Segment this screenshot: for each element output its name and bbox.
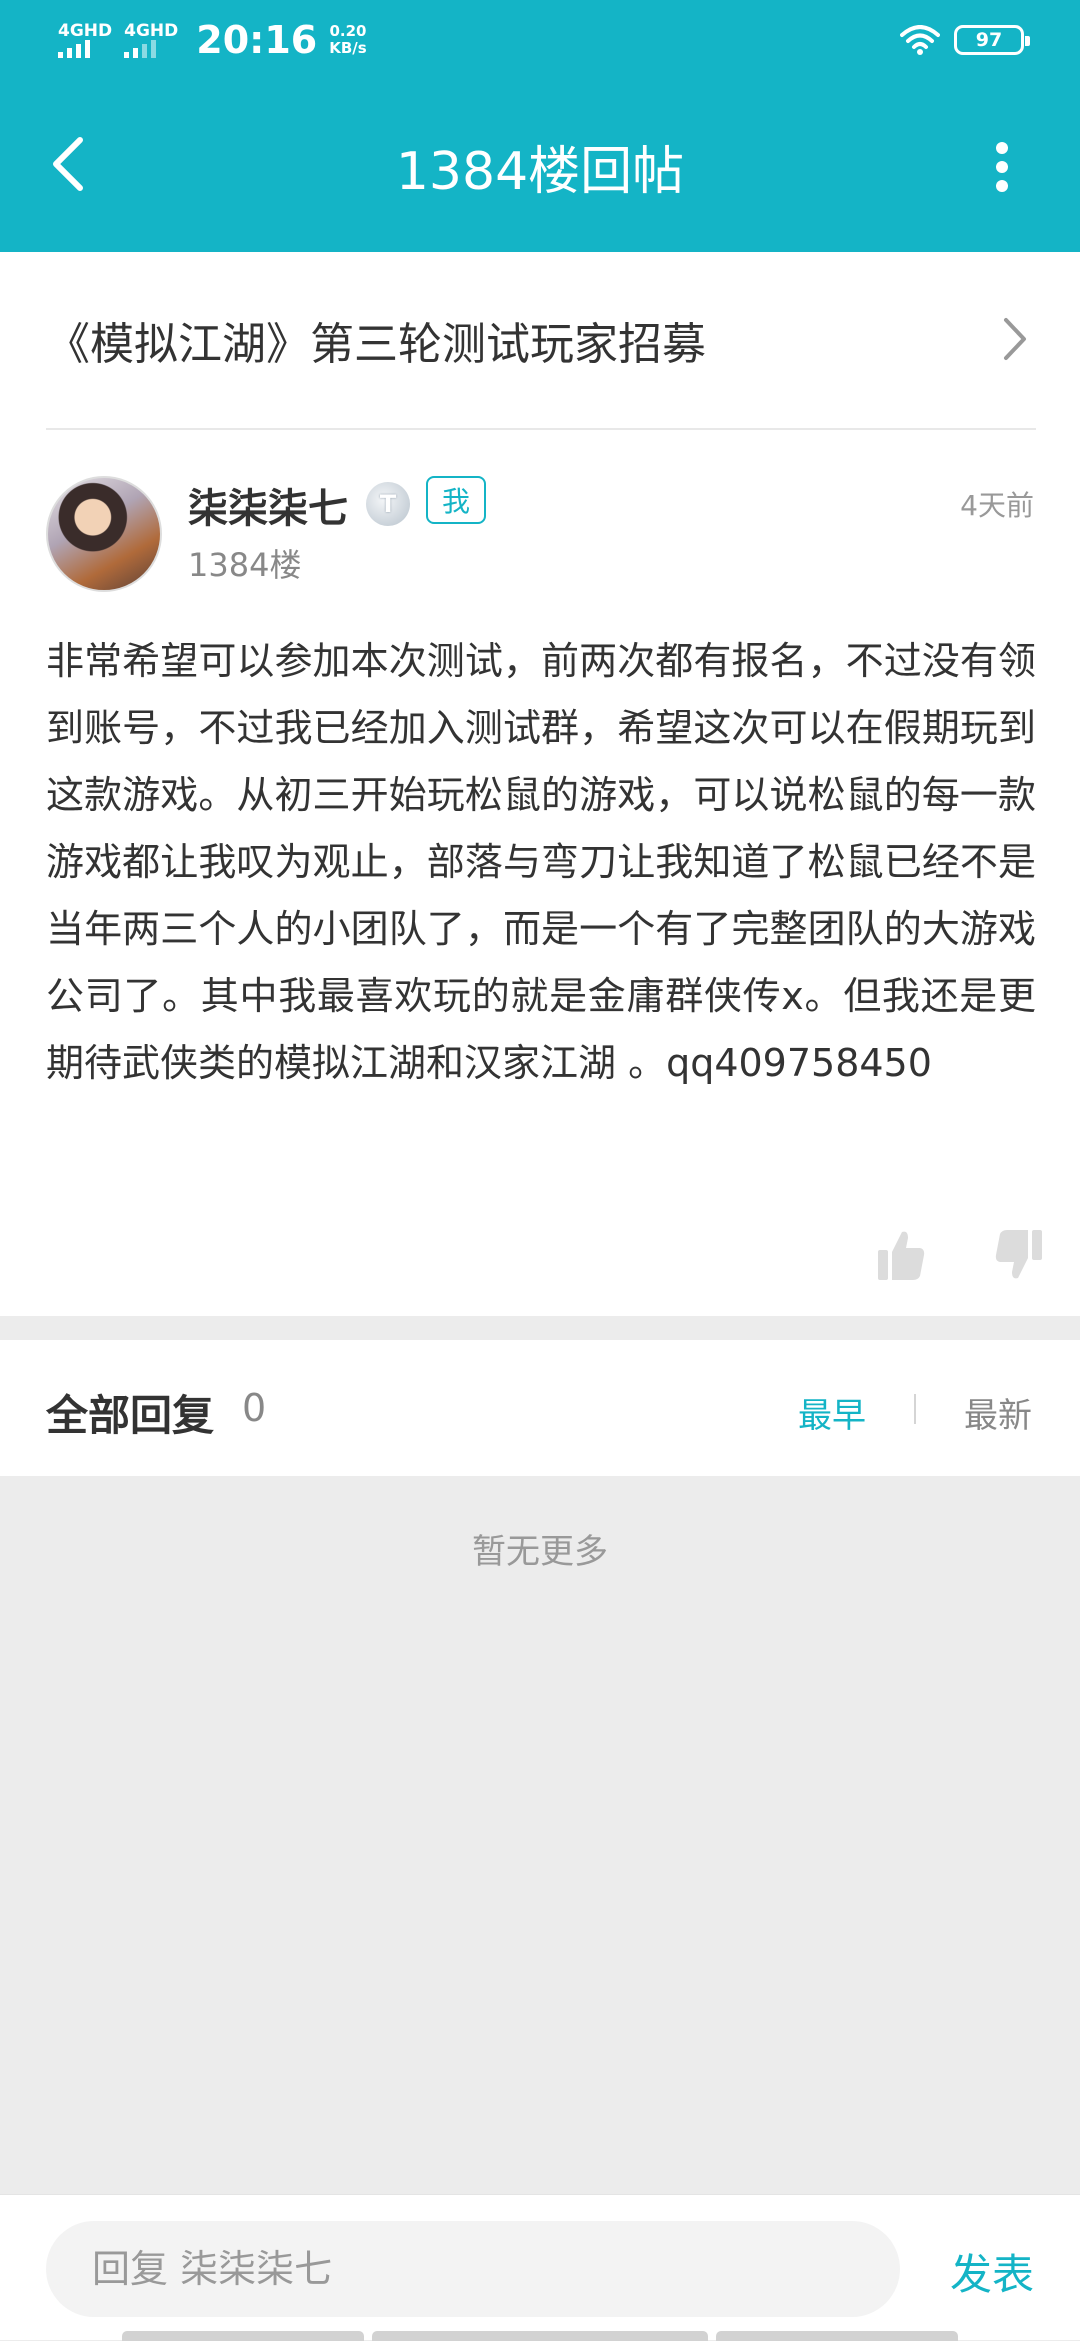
author-name[interactable]: 柒柒柒七: [188, 476, 348, 534]
thumbs-up-icon[interactable]: [876, 1228, 926, 1282]
sort-newest-tab[interactable]: 最新: [964, 1388, 1032, 1437]
page-title: 1384楼回帖: [395, 141, 685, 202]
network-speed: 0.20 KB/s: [329, 23, 366, 57]
avatar[interactable]: [46, 476, 162, 592]
network-speed-unit: KB/s: [329, 39, 367, 57]
battery-indicator: 97: [954, 25, 1030, 55]
signal-bars-icon: [124, 40, 157, 58]
signal-indicator-1: 4GHD: [58, 22, 112, 58]
more-vertical-icon[interactable]: [996, 142, 1010, 192]
reply-input[interactable]: [46, 2221, 900, 2317]
battery-level: 97: [975, 29, 1003, 51]
network-type-label: 4GHD: [58, 21, 113, 41]
replies-title: 全部回复: [46, 1391, 215, 1440]
post-time: 4天前: [960, 489, 1034, 522]
me-tag: 我: [426, 476, 486, 524]
replies-count: 0: [242, 1386, 267, 1430]
sort-earliest-tab[interactable]: 最早: [798, 1388, 866, 1437]
network-type-label: 4GHD: [124, 21, 179, 41]
topic-title: 《模拟江湖》第三轮测试玩家招募: [46, 319, 706, 370]
level-badge: T: [366, 482, 410, 526]
topic-link[interactable]: 《模拟江湖》第三轮测试玩家招募: [46, 252, 1036, 430]
post-card: 《模拟江湖》第三轮测试玩家招募 柒柒柒七 T 我 4天前 1384楼 非常希望可…: [0, 252, 1080, 1316]
app-bar: 1384楼回帖: [0, 80, 1080, 252]
wifi-icon: [900, 25, 940, 55]
send-button[interactable]: 发表: [950, 2241, 1034, 2302]
replies-header: 全部回复 0 最早 最新: [0, 1340, 1080, 1476]
thumbs-down-icon[interactable]: [994, 1228, 1044, 1282]
signal-bars-icon: [58, 40, 90, 58]
status-clock: 20:16: [196, 18, 318, 62]
chevron-right-icon: [1004, 318, 1026, 360]
status-bar: 4GHD 4GHD 20:16 0.20 KB/s 97: [0, 0, 1080, 80]
chevron-left-icon[interactable]: [44, 132, 92, 196]
floor-number: 1384楼: [188, 546, 302, 584]
sort-divider: [914, 1394, 916, 1424]
network-speed-value: 0.20: [329, 22, 367, 40]
reply-bar: 发表: [0, 2194, 1080, 2341]
post-content: 非常希望可以参加本次测试，前两次都有报名，不过没有领到账号，不过我已经加入测试群…: [46, 639, 1036, 1085]
signal-indicator-2: 4GHD: [124, 22, 178, 58]
empty-state-text: 暂无更多: [472, 1532, 608, 1572]
